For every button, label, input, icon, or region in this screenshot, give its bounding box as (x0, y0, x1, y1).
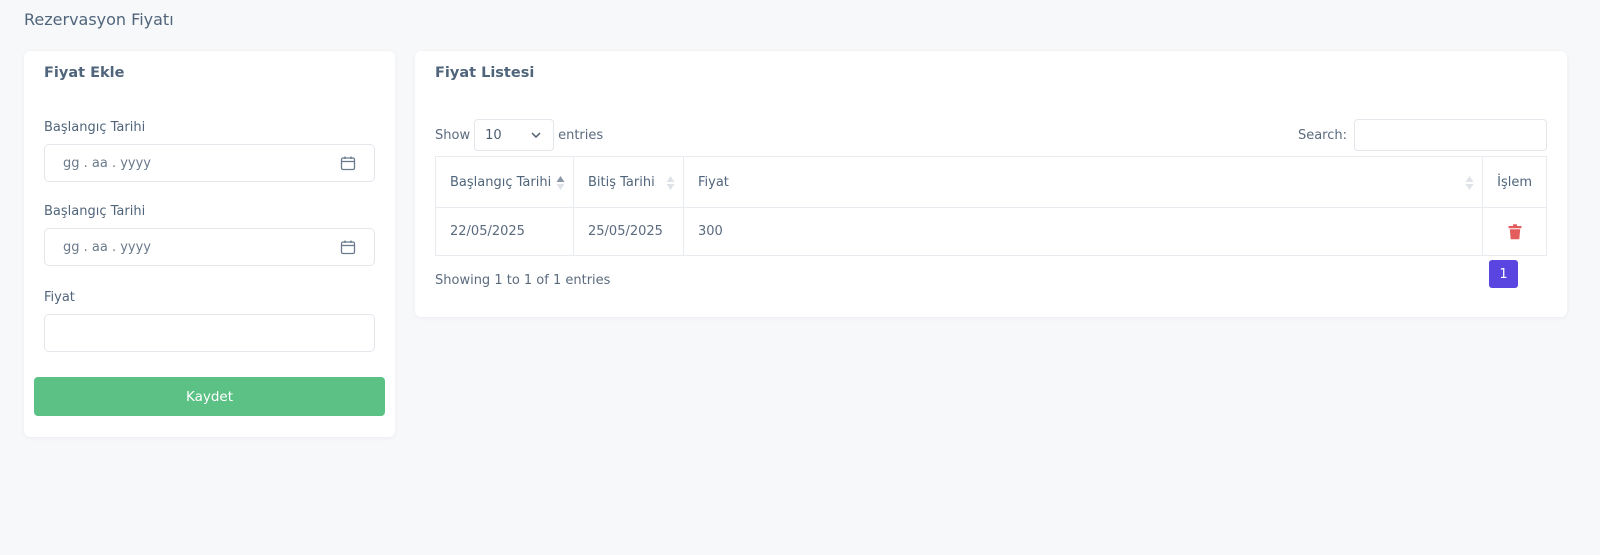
calendar-icon[interactable] (340, 239, 356, 255)
pagination-page-1[interactable]: 1 (1489, 260, 1518, 288)
column-label: Başlangıç Tarihi (450, 174, 552, 190)
calendar-icon[interactable] (340, 155, 356, 171)
price-list-card: Fiyat Listesi Show 10 entries Search: Ba… (415, 51, 1567, 317)
entries-label: entries (558, 127, 604, 143)
sort-icon (666, 176, 675, 190)
add-price-card: Fiyat Ekle Başlangıç Tarihi gg . aa . yy… (24, 51, 395, 437)
end-date-placeholder: gg . aa . yyyy (63, 239, 152, 255)
column-header-action: İşlem (1482, 156, 1547, 208)
length-control: Show 10 entries (435, 119, 603, 151)
price-label: Fiyat (44, 290, 75, 305)
entries-length-select[interactable]: 10 (474, 119, 555, 151)
start-date-label: Başlangıç Tarihi (44, 120, 146, 135)
add-price-title: Fiyat Ekle (44, 65, 125, 81)
show-label: Show (435, 127, 471, 143)
length-value: 10 (485, 127, 502, 143)
chevron-down-icon (531, 132, 541, 138)
price-input[interactable] (44, 314, 375, 352)
save-button[interactable]: Kaydet (34, 377, 385, 416)
price-list-title: Fiyat Listesi (435, 65, 535, 81)
column-header-start-date[interactable]: Başlangıç Tarihi (435, 156, 574, 208)
page-title: Rezervasyon Fiyatı (24, 10, 174, 29)
action-cell (1482, 207, 1547, 256)
table-header-row: Başlangıç Tarihi Bitiş Tarihi Fiyat İşle… (435, 156, 1547, 208)
table-row: 22/05/2025 25/05/2025 300 (435, 207, 1547, 256)
column-header-price[interactable]: Fiyat (682, 156, 1484, 208)
table-info: Showing 1 to 1 of 1 entries (435, 273, 611, 288)
search-input[interactable] (1354, 119, 1547, 151)
start-date-placeholder: gg . aa . yyyy (63, 155, 152, 171)
sort-icon (1465, 176, 1474, 190)
search-control: Search: (1298, 119, 1547, 151)
price-cell: 300 (682, 207, 1484, 256)
end-date-label: Başlangıç Tarihi (44, 204, 146, 219)
start-date-input[interactable]: gg . aa . yyyy (44, 144, 375, 182)
start-date-cell: 22/05/2025 (435, 207, 574, 256)
column-header-end-date[interactable]: Bitiş Tarihi (573, 156, 684, 208)
end-date-cell: 25/05/2025 (573, 207, 684, 256)
column-label: Bitiş Tarihi (588, 174, 655, 190)
column-label: Fiyat (698, 174, 729, 190)
end-date-input[interactable]: gg . aa . yyyy (44, 228, 375, 266)
search-label: Search: (1297, 127, 1347, 143)
price-table: Başlangıç Tarihi Bitiş Tarihi Fiyat İşle… (435, 156, 1547, 256)
trash-icon[interactable] (1508, 223, 1522, 240)
sort-ascending-icon (556, 176, 565, 190)
